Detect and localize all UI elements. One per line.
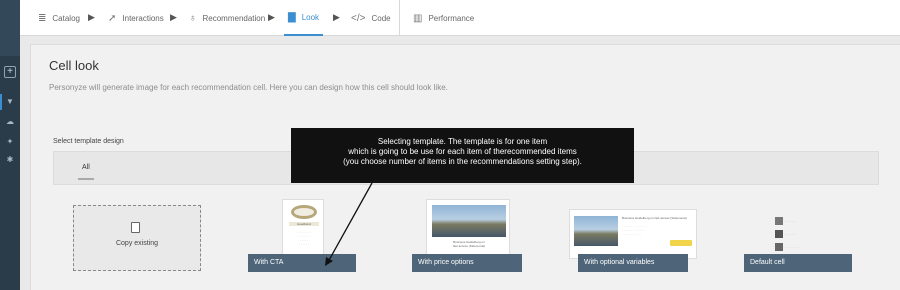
- tooltip-line: Selecting template. The template is for …: [377, 137, 548, 146]
- tooltip-line: which is going to be use for each item o…: [348, 147, 577, 156]
- template-tooltip: Selecting template. The template is for …: [291, 128, 634, 183]
- tooltip-line: (you choose number of items in the recom…: [343, 157, 582, 166]
